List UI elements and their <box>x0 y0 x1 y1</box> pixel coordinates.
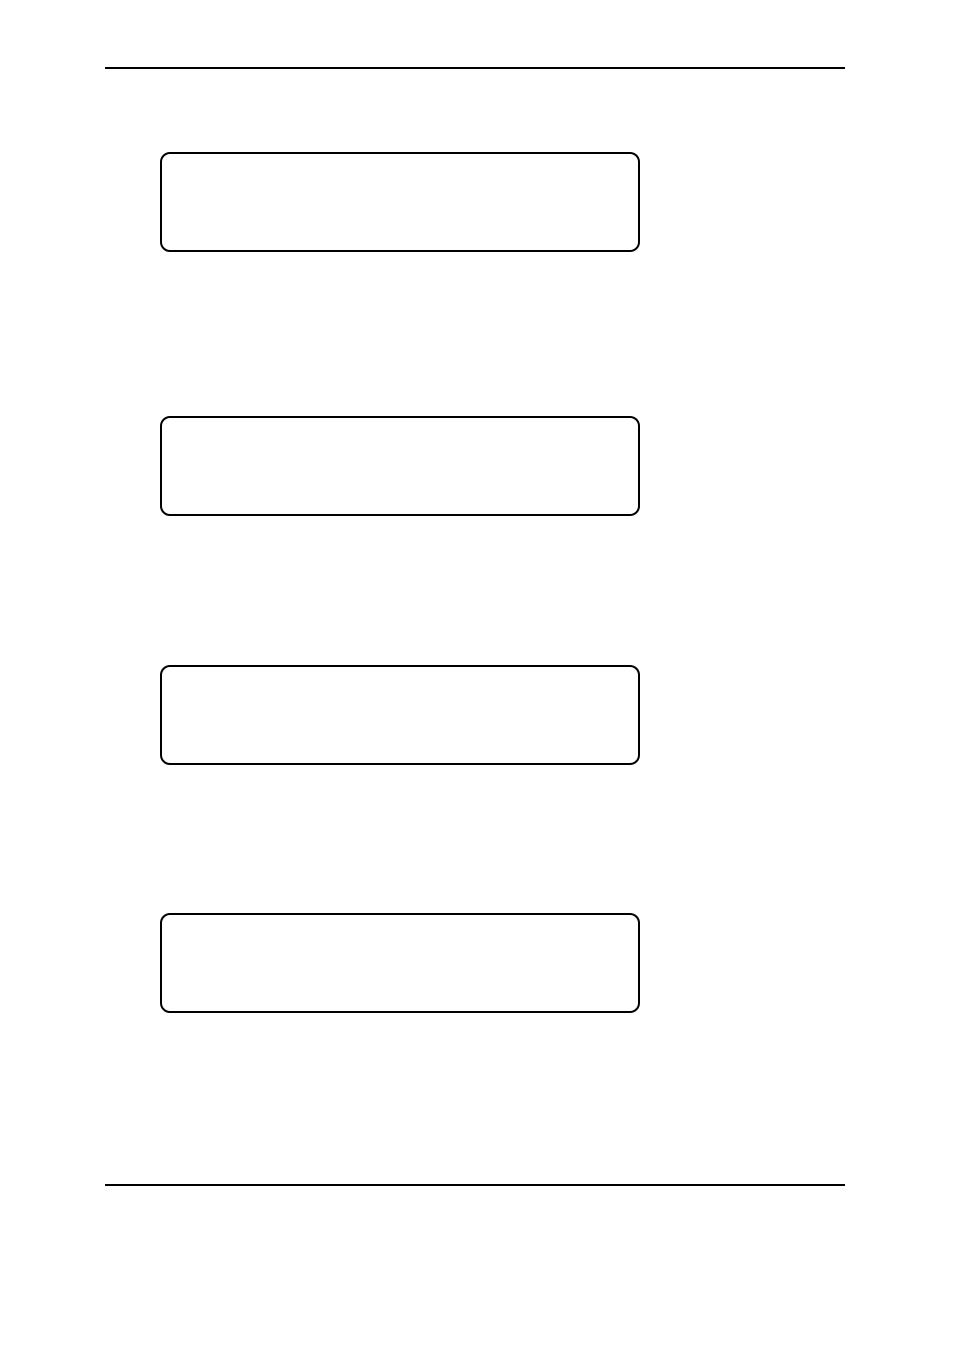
bottom-rule <box>105 1184 845 1186</box>
document-page <box>0 0 954 1350</box>
box-1 <box>160 152 640 252</box>
top-rule <box>105 67 845 69</box>
box-4 <box>160 913 640 1013</box>
box-3 <box>160 665 640 765</box>
box-2 <box>160 416 640 516</box>
